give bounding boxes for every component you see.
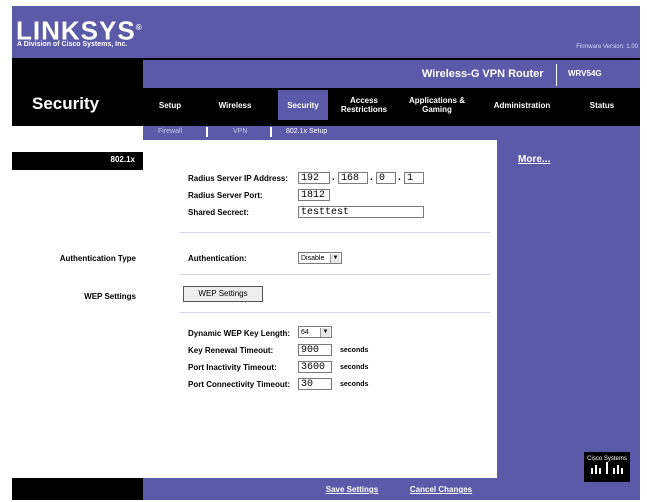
seconds-unit: seconds (340, 347, 369, 354)
left-column (12, 140, 143, 478)
router-config-page: LINKSYS® A Division of Cisco Systems, In… (12, 6, 640, 500)
product-bar (143, 60, 640, 90)
logo-subtitle: A Division of Cisco Systems, Inc. (17, 41, 128, 48)
ip-dot: . (332, 172, 335, 183)
subtab-vpn[interactable]: VPN (233, 128, 247, 135)
product-separator (556, 64, 557, 86)
cancel-changes-button[interactable]: Cancel Changes (396, 482, 486, 498)
tab-setup[interactable]: Setup (150, 90, 190, 120)
tab-wireless[interactable]: Wireless (209, 90, 261, 120)
tab-security[interactable]: Security (278, 90, 328, 120)
subtab-separator (206, 127, 208, 137)
tab-administration[interactable]: Administration (482, 90, 562, 120)
radius-ip-octet-4[interactable]: 1 (404, 172, 424, 184)
radius-ip-octet-3[interactable]: 0 (376, 172, 396, 184)
tab-access-restrictions[interactable]: Access Restrictions (334, 90, 394, 120)
section-heading-8021x: 802.1x (110, 155, 135, 164)
page-title: Security (32, 94, 100, 113)
divider (180, 312, 490, 313)
tab-applications-gaming[interactable]: Applications & Gaming (402, 90, 472, 120)
shared-secret-label: Shared Secrect: (188, 208, 249, 217)
more-link[interactable]: More... (518, 154, 550, 165)
chevron-down-icon: ▼ (320, 328, 330, 337)
radius-port-input[interactable]: 1812 (298, 189, 330, 201)
key-renewal-input[interactable]: 900 (298, 344, 332, 356)
subtab-separator (270, 127, 272, 137)
port-inactivity-input[interactable]: 3600 (298, 361, 332, 373)
subtab-8021x-setup[interactable]: 802.1x Setup (286, 128, 327, 135)
key-renewal-label: Key Renewal Timeout: (188, 346, 274, 355)
radius-ip-octet-1[interactable]: 192 (298, 172, 330, 184)
authentication-select[interactable]: Disable ▼ (298, 252, 342, 264)
cisco-logo: Cisco Systems (584, 452, 630, 482)
sub-nav (143, 126, 640, 140)
wep-key-length-label: Dynamic WEP Key Length: (188, 329, 291, 338)
subtab-firewall[interactable]: Firewall (158, 128, 182, 135)
footer-left-band (12, 478, 143, 500)
tab-status[interactable]: Status (577, 90, 627, 120)
divider (180, 274, 490, 275)
cisco-bridge-icon (591, 462, 623, 474)
port-connectivity-input[interactable]: 30 (298, 378, 332, 390)
seconds-unit: seconds (340, 381, 369, 388)
port-inactivity-label: Port Inactivity Timeout: (188, 363, 277, 372)
firmware-version: Firmware Version: 1.00 (576, 44, 638, 50)
product-name: Wireless-G VPN Router (422, 68, 544, 80)
save-settings-button[interactable]: Save Settings (312, 482, 392, 498)
shared-secret-input[interactable]: testtest (298, 206, 424, 218)
label-authentication-type: Authentication Type (59, 254, 136, 263)
radius-port-label: Radius Server Port: (188, 191, 263, 200)
wep-settings-button[interactable]: WEP Settings (183, 286, 263, 302)
wep-key-length-select[interactable]: 64 ▼ (298, 326, 332, 338)
help-column (497, 140, 640, 478)
label-wep-settings: WEP Settings (84, 292, 136, 301)
ip-dot: . (370, 172, 373, 183)
radius-ip-octet-2[interactable]: 168 (338, 172, 368, 184)
linksys-logo: LINKSYS® (16, 15, 143, 46)
divider (180, 232, 490, 233)
seconds-unit: seconds (340, 364, 369, 371)
chevron-down-icon: ▼ (330, 254, 340, 263)
authentication-label: Authentication: (188, 254, 247, 263)
model-number: WRV54G (568, 69, 602, 78)
port-connectivity-label: Port Connectivity Timeout: (188, 380, 291, 389)
ip-dot: . (398, 172, 401, 183)
radius-ip-label: Radius Server IP Address: (188, 174, 289, 183)
